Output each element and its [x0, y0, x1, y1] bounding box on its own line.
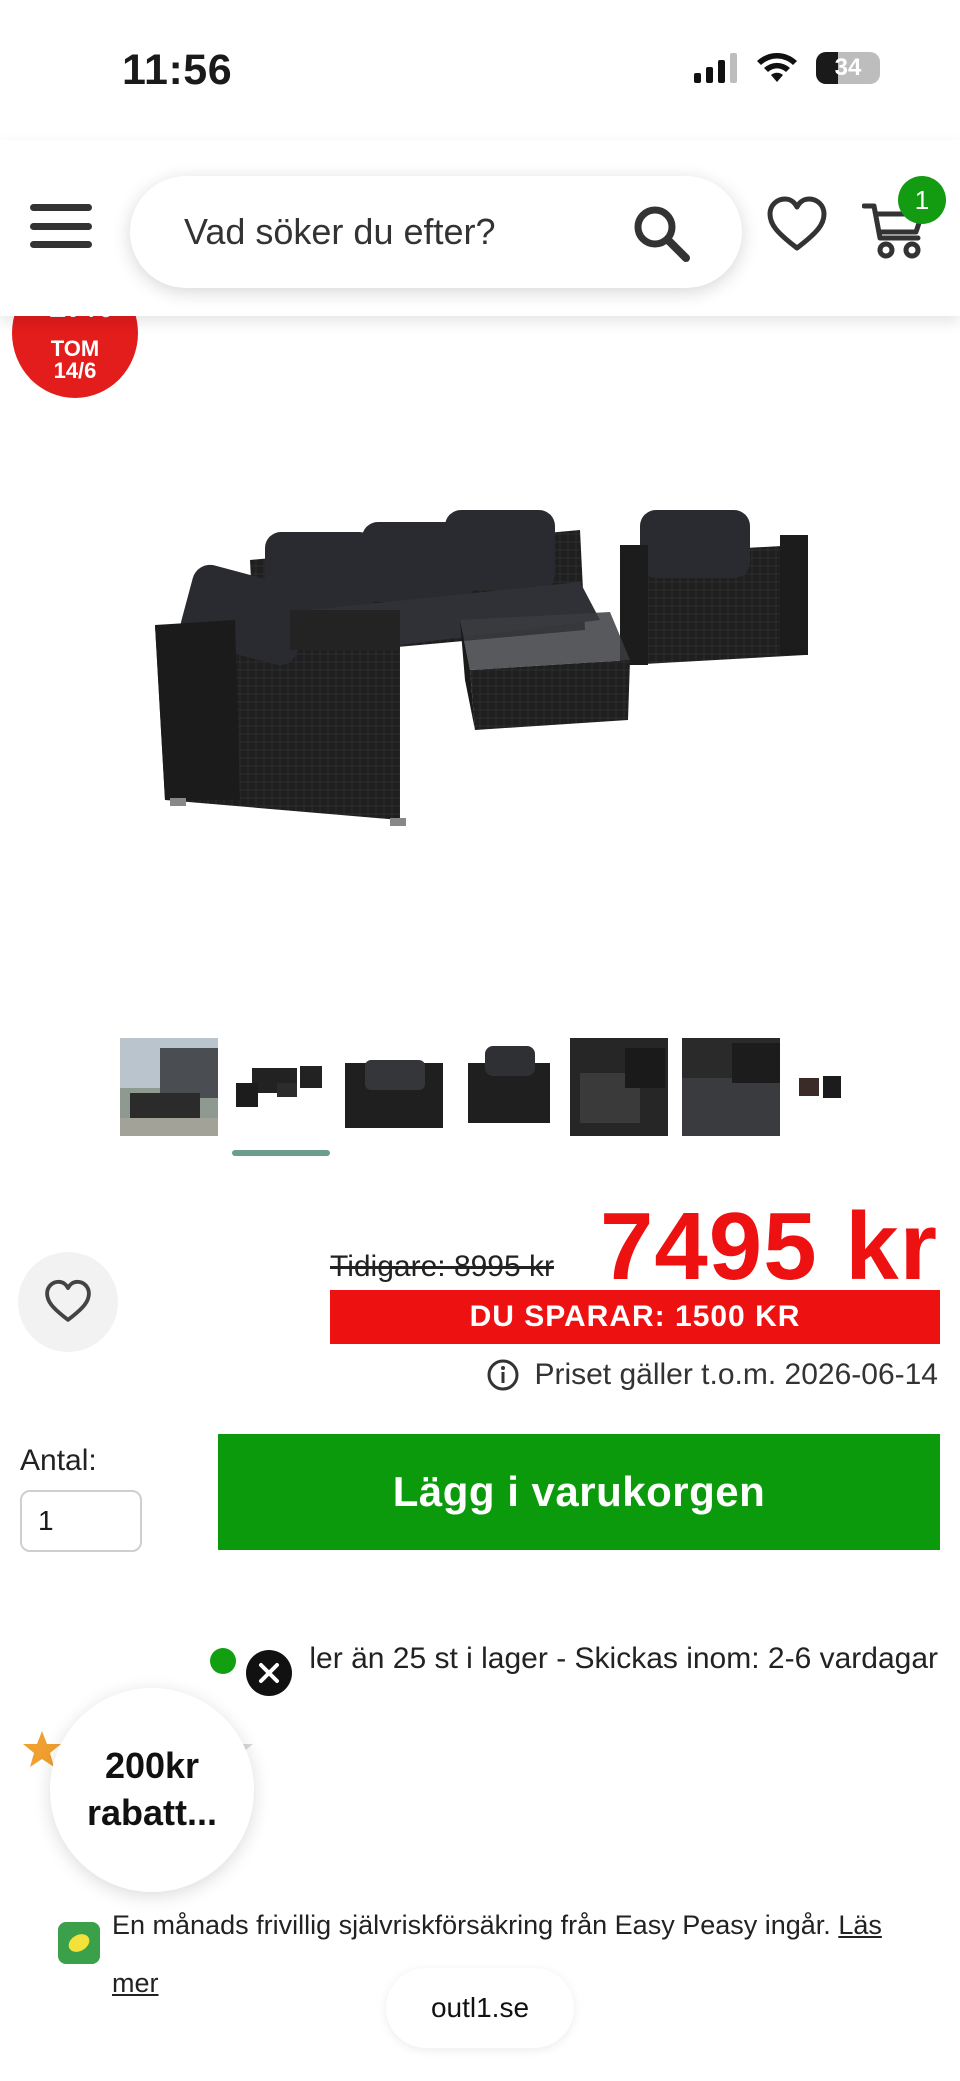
- quantity-label: Antal:: [20, 1444, 97, 1477]
- thumbnail-3[interactable]: [345, 1038, 443, 1136]
- thumbnail-4[interactable]: [460, 1038, 558, 1136]
- search-icon[interactable]: [630, 202, 692, 264]
- discount-until-label: TOM: [50, 336, 100, 361]
- lemon-icon: [68, 1934, 90, 1952]
- stock-status-text: ler än 25 st i lager - Skickas inom: 2-6…: [309, 1642, 938, 1675]
- thumbnail-6[interactable]: [682, 1038, 780, 1136]
- discount-promo-popup[interactable]: 200kr rabatt...: [50, 1688, 254, 1892]
- promo-close-button[interactable]: [246, 1650, 292, 1696]
- add-to-cart-button[interactable]: Lägg i varukorgen: [218, 1434, 940, 1550]
- insurance-text: En månads frivillig självriskförsäkring …: [112, 1910, 831, 1940]
- site-header: Vad söker du efter? 1: [0, 140, 960, 316]
- promo-label: rabatt...: [86, 1792, 218, 1833]
- battery-percent: 34: [834, 54, 862, 81]
- info-icon: [487, 1359, 519, 1391]
- current-price: 7495 kr: [600, 1193, 938, 1300]
- menu-button[interactable]: [30, 204, 92, 248]
- price-validity: Priset gäller t.o.m. 2026-06-14: [486, 1358, 938, 1392]
- thumbnail-active-indicator: [232, 1150, 330, 1156]
- discount-until-date: 14/6: [53, 358, 97, 383]
- savings-banner: DU SPARAR: 1500 KR: [330, 1290, 940, 1344]
- battery-icon: 34: [816, 52, 880, 84]
- thumbnail-1[interactable]: [120, 1038, 218, 1136]
- easy-peasy-logo-icon: [58, 1922, 100, 1964]
- url-bar[interactable]: outl1.se: [386, 1968, 574, 2048]
- cart-count-badge[interactable]: 1: [898, 176, 946, 224]
- stock-status: ler än 25 st i lager - Skickas inom: 2-6…: [309, 1642, 938, 1676]
- stock-status-dot: [210, 1648, 236, 1674]
- heart-icon[interactable]: [766, 194, 828, 256]
- close-icon: [259, 1663, 279, 1683]
- product-main-image[interactable]: [140, 330, 820, 970]
- price-validity-text: Priset gäller t.o.m. 2026-06-14: [534, 1358, 938, 1391]
- signal-icon: [694, 53, 737, 83]
- status-bar: 11:56 34: [0, 0, 960, 140]
- search-input[interactable]: Vad söker du efter?: [130, 176, 742, 288]
- menu-icon-line: [30, 204, 92, 211]
- thumbnail-2[interactable]: [232, 1038, 330, 1136]
- promo-amount: 200kr: [104, 1745, 200, 1787]
- thumbnail-7[interactable]: [795, 1038, 845, 1136]
- wifi-icon: [757, 53, 797, 82]
- thumbnail-5[interactable]: [570, 1038, 668, 1136]
- search-placeholder: Vad söker du efter?: [184, 211, 496, 252]
- status-time: 11:56: [122, 46, 233, 94]
- menu-icon-line: [30, 222, 92, 230]
- menu-icon-line: [30, 241, 92, 248]
- previous-price: Tidigare: 8995 kr: [330, 1250, 555, 1283]
- status-icons: 34: [694, 52, 880, 84]
- heart-icon: [45, 1279, 91, 1322]
- add-to-wishlist-button[interactable]: [18, 1252, 118, 1352]
- quantity-input[interactable]: 1: [20, 1490, 142, 1552]
